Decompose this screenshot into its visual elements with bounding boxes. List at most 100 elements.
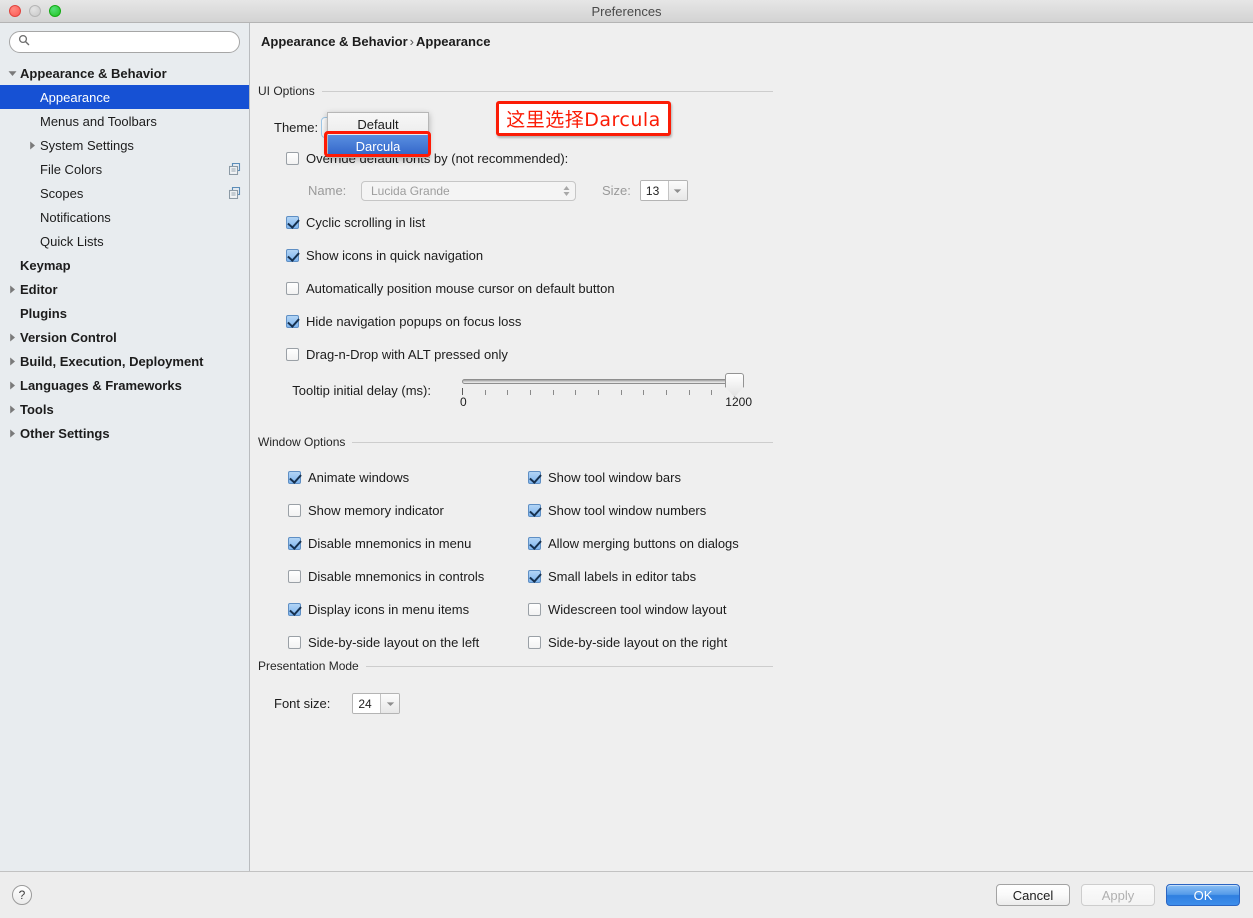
checkbox-box[interactable] <box>288 504 301 517</box>
checkbox-hide-navigation-popups-on-focus-loss[interactable]: Hide navigation popups on focus loss <box>286 314 615 329</box>
chevron-right-icon[interactable] <box>4 333 20 342</box>
checkbox-box[interactable] <box>286 282 299 295</box>
checkbox-allow-merging-buttons-on-dialogs[interactable]: Allow merging buttons on dialogs <box>528 536 739 551</box>
chevron-right-icon[interactable] <box>4 285 20 294</box>
font-size-value[interactable]: 13 <box>640 181 668 200</box>
checkbox-box[interactable] <box>286 315 299 328</box>
chevron-down-icon[interactable] <box>380 694 400 713</box>
breadcrumb-root[interactable]: Appearance & Behavior <box>261 34 408 49</box>
chevron-down-icon[interactable] <box>667 181 687 200</box>
checkbox-box[interactable] <box>288 603 301 616</box>
apply-button[interactable]: Apply <box>1081 884 1155 906</box>
checkbox-disable-mnemonics-in-controls[interactable]: Disable mnemonics in controls <box>288 569 484 584</box>
checkbox-small-labels-in-editor-tabs[interactable]: Small labels in editor tabs <box>528 569 739 584</box>
sidebar-item-plugins[interactable]: Plugins <box>0 301 249 325</box>
sidebar-item-file-colors[interactable]: File Colors <box>0 157 249 181</box>
checkbox-automatically-position-mouse-cursor-on-default-button[interactable]: Automatically position mouse cursor on d… <box>286 281 615 296</box>
presentation-font-size-spinner[interactable]: 24 <box>352 693 401 714</box>
chevron-right-icon[interactable] <box>4 429 20 438</box>
checkbox-label: Disable mnemonics in menu <box>308 536 472 551</box>
breadcrumb-leaf: Appearance <box>416 34 491 49</box>
font-size-spinner[interactable]: 13 <box>639 180 688 201</box>
checkbox-label: Show tool window bars <box>548 470 681 485</box>
search-box[interactable] <box>9 31 240 53</box>
checkbox-box[interactable] <box>528 570 541 583</box>
checkbox-box[interactable] <box>288 471 301 484</box>
checkbox-box[interactable] <box>288 537 301 550</box>
checkbox-box[interactable] <box>528 603 541 616</box>
checkbox-display-icons-in-menu-items[interactable]: Display icons in menu items <box>288 602 484 617</box>
checkbox-show-tool-window-numbers[interactable]: Show tool window numbers <box>528 503 739 518</box>
checkbox-show-tool-window-bars[interactable]: Show tool window bars <box>528 470 739 485</box>
sidebar-item-keymap[interactable]: Keymap <box>0 253 249 277</box>
checkbox-side-by-side-layout-on-the-right[interactable]: Side-by-side layout on the right <box>528 635 739 650</box>
sidebar-item-system-settings[interactable]: System Settings <box>0 133 249 157</box>
checkbox-show-memory-indicator[interactable]: Show memory indicator <box>288 503 484 518</box>
sidebar-item-appearance[interactable]: Appearance <box>0 85 249 109</box>
checkbox-drag-n-drop-with-alt-pressed-only[interactable]: Drag-n-Drop with ALT pressed only <box>286 347 615 362</box>
chevron-right-icon[interactable] <box>4 357 20 366</box>
slider-track[interactable] <box>462 379 740 384</box>
presentation-mode-header: Presentation Mode <box>258 659 773 673</box>
sidebar-item-build-execution-deployment[interactable]: Build, Execution, Deployment <box>0 349 249 373</box>
sidebar-item-notifications[interactable]: Notifications <box>0 205 249 229</box>
slider-tick <box>507 390 509 395</box>
sidebar-item-label: Scopes <box>40 185 84 201</box>
presentation-mode-divider <box>365 665 773 667</box>
checkbox-show-icons-in-quick-navigation[interactable]: Show icons in quick navigation <box>286 248 615 263</box>
checkbox-box[interactable] <box>528 471 541 484</box>
checkbox-box[interactable] <box>286 152 299 165</box>
presentation-font-size-value[interactable]: 24 <box>353 694 381 713</box>
chevron-right-icon[interactable] <box>24 141 40 150</box>
checkbox-box[interactable] <box>288 636 301 649</box>
slider-tick <box>688 390 690 395</box>
chevron-right-icon[interactable] <box>4 381 20 390</box>
minimize-button[interactable] <box>29 5 41 17</box>
slider-tick <box>666 390 667 395</box>
checkbox-box[interactable] <box>528 504 541 517</box>
checkbox-box[interactable] <box>288 570 301 583</box>
sidebar-item-appearance-behavior[interactable]: Appearance & Behavior <box>0 61 249 85</box>
sidebar-item-label: Appearance <box>40 89 111 105</box>
checkbox-box[interactable] <box>528 636 541 649</box>
sidebar-item-other-settings[interactable]: Other Settings <box>0 421 249 445</box>
copy-icon[interactable] <box>229 163 241 175</box>
help-button[interactable]: ? <box>12 885 32 905</box>
theme-option-default[interactable]: Default <box>328 113 428 135</box>
presentation-mode-group: Presentation Mode <box>258 659 773 673</box>
theme-dropdown-popup[interactable]: Default Darcula <box>327 112 429 158</box>
stepper-icon[interactable] <box>562 184 571 198</box>
theme-option-darcula[interactable]: Darcula <box>328 135 428 157</box>
sidebar-item-version-control[interactable]: Version Control <box>0 325 249 349</box>
checkbox-box[interactable] <box>286 216 299 229</box>
close-button[interactable] <box>9 5 21 17</box>
checkbox-box[interactable] <box>286 249 299 262</box>
zoom-button[interactable] <box>49 5 61 17</box>
cancel-button[interactable]: Cancel <box>996 884 1070 906</box>
chevron-right-icon[interactable] <box>4 405 20 414</box>
sidebar-item-scopes[interactable]: Scopes <box>0 181 249 205</box>
checkbox-label: Show memory indicator <box>308 503 444 518</box>
ok-button[interactable]: OK <box>1166 884 1240 906</box>
checkbox-box[interactable] <box>528 537 541 550</box>
font-name-combobox[interactable]: Lucida Grande <box>361 180 576 201</box>
checkbox-label: Show tool window numbers <box>548 503 707 518</box>
search-input[interactable] <box>34 34 231 50</box>
checkbox-cyclic-scrolling-in-list[interactable]: Cyclic scrolling in list <box>286 215 615 230</box>
checkbox-widescreen-tool-window-layout[interactable]: Widescreen tool window layout <box>528 602 739 617</box>
checkbox-box[interactable] <box>286 348 299 361</box>
copy-icon[interactable] <box>229 187 241 199</box>
checkbox-animate-windows[interactable]: Animate windows <box>288 470 484 485</box>
sidebar-item-quick-lists[interactable]: Quick Lists <box>0 229 249 253</box>
chevron-down-icon[interactable] <box>4 69 20 78</box>
sidebar-item-editor[interactable]: Editor <box>0 277 249 301</box>
sidebar-item-tools[interactable]: Tools <box>0 397 249 421</box>
sidebar-item-languages-frameworks[interactable]: Languages & Frameworks <box>0 373 249 397</box>
ui-options-header: UI Options <box>258 84 773 98</box>
checkbox-disable-mnemonics-in-menu[interactable]: Disable mnemonics in menu <box>288 536 484 551</box>
tooltip-delay-slider[interactable]: 0 1200 <box>456 373 752 409</box>
sidebar-item-menus-and-toolbars[interactable]: Menus and Toolbars <box>0 109 249 133</box>
sidebar-item-label: Keymap <box>20 257 71 273</box>
checkbox-side-by-side-layout-on-the-left[interactable]: Side-by-side layout on the left <box>288 635 484 650</box>
settings-tree: Appearance & Behavior Appearance Menus and… <box>0 61 249 445</box>
